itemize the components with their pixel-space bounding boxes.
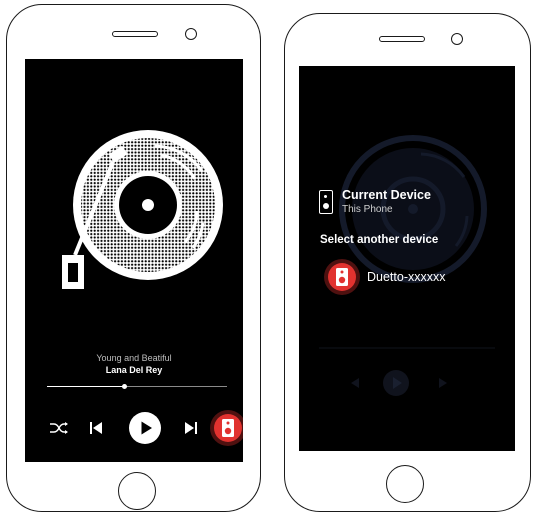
device-select-screen: Current Device This Phone Select another… bbox=[299, 66, 515, 451]
record-player-icon bbox=[62, 130, 223, 289]
home-button[interactable] bbox=[118, 472, 156, 510]
speaker-icon bbox=[222, 419, 234, 437]
progress-fill bbox=[47, 386, 125, 387]
earpiece bbox=[379, 36, 425, 42]
front-camera bbox=[451, 33, 463, 45]
speaker-icon bbox=[324, 259, 360, 295]
current-device-name: This Phone bbox=[342, 204, 393, 215]
front-camera bbox=[185, 28, 197, 40]
player-screen: Young and Beatiful Lana Del Rey bbox=[25, 59, 243, 462]
song-artist: Lana Del Rey bbox=[105, 365, 163, 375]
earpiece bbox=[112, 31, 158, 37]
current-device-speaker-icon bbox=[319, 190, 333, 214]
shuffle-icon[interactable] bbox=[49, 421, 69, 435]
song-title: Young and Beatiful bbox=[96, 353, 172, 363]
play-button[interactable] bbox=[129, 412, 161, 444]
previous-icon[interactable] bbox=[90, 422, 102, 434]
device-item-duetto[interactable]: Duetto-xxxxxx bbox=[323, 259, 513, 295]
progress-handle[interactable] bbox=[121, 384, 127, 389]
next-icon[interactable] bbox=[185, 422, 197, 434]
device-name: Duetto-xxxxxx bbox=[367, 270, 446, 284]
select-device-heading: Select another device bbox=[320, 234, 439, 246]
current-device-label: Current Device bbox=[342, 188, 431, 202]
phone-device-select-frame: Current Device This Phone Select another… bbox=[284, 13, 531, 512]
speaker-output-button[interactable] bbox=[209, 409, 243, 447]
home-button[interactable] bbox=[386, 465, 424, 503]
phone-player-frame: Young and Beatiful Lana Del Rey bbox=[6, 4, 261, 512]
progress-slider[interactable] bbox=[47, 384, 227, 389]
